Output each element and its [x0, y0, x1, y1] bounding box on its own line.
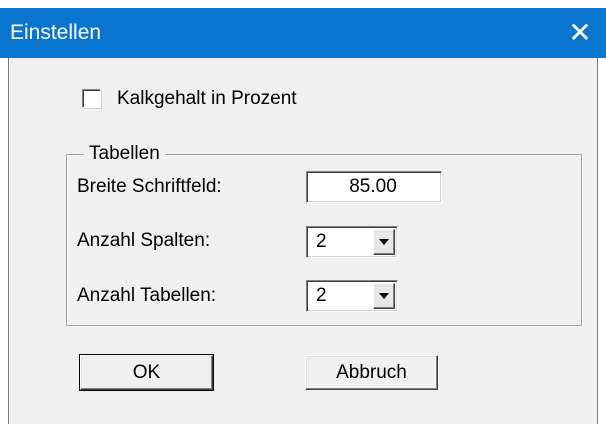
anzahl-tabellen-dropdown-button[interactable]: [373, 283, 395, 309]
anzahl-spalten-select[interactable]: 2: [306, 226, 398, 258]
anzahl-tabellen-select[interactable]: 2: [306, 280, 398, 312]
close-icon: ✕: [568, 17, 592, 48]
title-bar[interactable]: Einstellen ✕: [0, 8, 606, 58]
anzahl-tabellen-label: Anzahl Tabellen:: [77, 285, 217, 306]
chevron-down-icon: [379, 239, 389, 245]
cancel-button[interactable]: Abbruch: [305, 355, 438, 390]
anzahl-spalten-dropdown-button[interactable]: [373, 229, 395, 255]
chevron-down-icon: [379, 293, 389, 299]
tabellen-group-label: Tabellen: [84, 143, 165, 165]
window-border-left: [8, 58, 9, 424]
window-title: Einstellen: [10, 21, 102, 44]
breite-schriftfeld-label: Breite Schriftfeld:: [77, 176, 222, 197]
kalkgehalt-label[interactable]: Kalkgehalt in Prozent: [117, 88, 297, 110]
settings-dialog: Einstellen ✕ Kalkgehalt in Prozent Tabel…: [0, 0, 606, 424]
anzahl-spalten-value: 2: [316, 231, 327, 252]
ok-button[interactable]: OK: [79, 354, 214, 391]
anzahl-tabellen-value: 2: [316, 285, 327, 306]
breite-schriftfeld-field[interactable]: [306, 171, 442, 203]
kalkgehalt-checkbox[interactable]: [82, 89, 101, 108]
breite-schriftfeld-input[interactable]: [309, 174, 437, 200]
close-button[interactable]: ✕: [560, 13, 600, 53]
window-border-right: [597, 58, 598, 424]
anzahl-spalten-label: Anzahl Spalten:: [77, 230, 211, 251]
